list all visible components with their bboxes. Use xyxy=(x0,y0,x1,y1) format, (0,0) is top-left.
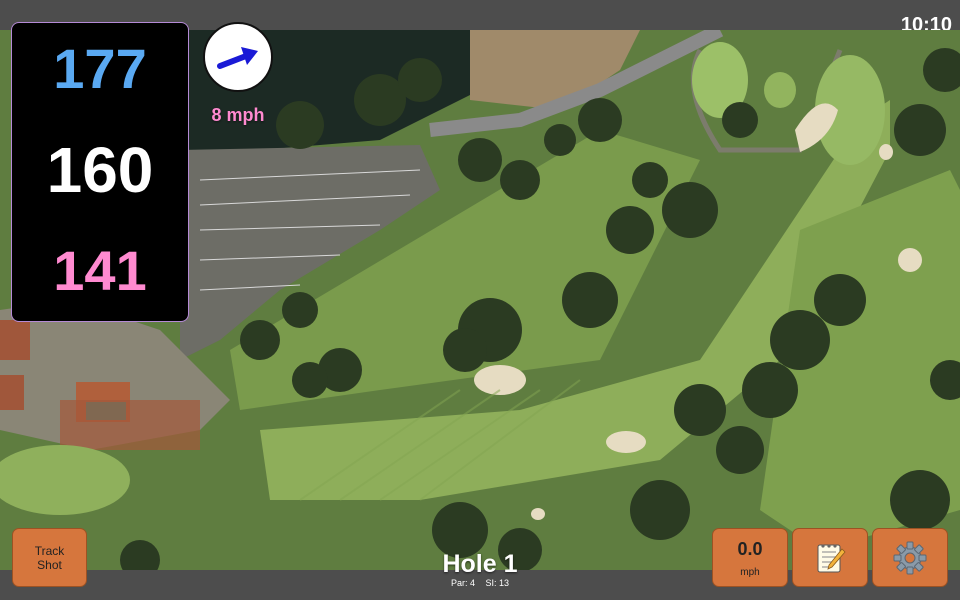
settings-button[interactable] xyxy=(872,528,948,587)
speed-unit: mph xyxy=(740,567,760,578)
hole-details: Par: 4 SI: 13 xyxy=(380,578,580,588)
wind-arrow-icon xyxy=(217,47,258,69)
speed-button[interactable]: 0.0 mph xyxy=(712,528,788,587)
hole-title: Hole 1 xyxy=(442,550,518,578)
hole-info: Hole 1 Par: 4 SI: 13 xyxy=(380,550,580,588)
wind-indicator xyxy=(203,22,273,92)
yardage-panel: 177 160 141 xyxy=(11,22,189,322)
back-yardage: 177 xyxy=(53,37,147,100)
gear-icon xyxy=(893,541,927,574)
speed-value: 0.0 xyxy=(737,539,763,559)
track-shot-label-line1: Track xyxy=(34,543,65,558)
middle-yardage: 160 xyxy=(46,134,154,206)
front-yardage: 141 xyxy=(53,239,147,302)
notepad-icon xyxy=(817,543,846,572)
hole-par: Par: 4 xyxy=(450,578,475,588)
hole-stroke-index: SI: 13 xyxy=(485,578,510,588)
notes-button[interactable] xyxy=(792,528,868,587)
track-shot-button[interactable]: Track Shot xyxy=(12,528,87,587)
wind-speed: 8 mph xyxy=(211,105,265,125)
track-shot-label-line2: Shot xyxy=(37,557,62,572)
